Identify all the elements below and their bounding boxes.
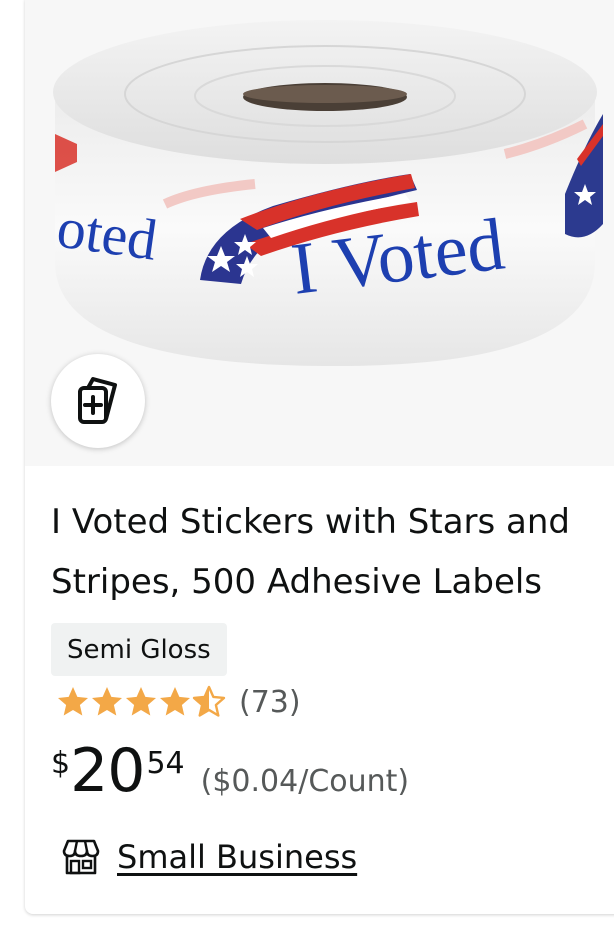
price: $ 20 54 ($0.04/Count) bbox=[51, 736, 409, 816]
small-business-label[interactable]: Small Business bbox=[117, 838, 357, 876]
star-icon bbox=[92, 687, 122, 716]
product-title[interactable]: I Voted Stickers with Stars and Stripes,… bbox=[51, 492, 591, 612]
compare-cards-icon bbox=[78, 377, 117, 424]
variant-label: Semi Gloss bbox=[67, 634, 211, 665]
review-count[interactable]: (73) bbox=[239, 685, 301, 720]
star-rating[interactable] bbox=[55, 684, 226, 720]
product-card[interactable]: I Voted oted I Voted Stickers with Stars… bbox=[25, 0, 614, 914]
small-business-badge[interactable]: Small Business bbox=[59, 832, 357, 882]
star-icon bbox=[126, 687, 156, 716]
svg-text:oted: oted bbox=[53, 195, 161, 273]
price-fraction: 54 bbox=[146, 746, 185, 781]
product-image-area[interactable]: I Voted oted bbox=[25, 0, 614, 466]
unit-price: ($0.04/Count) bbox=[200, 764, 410, 799]
price-symbol: $ bbox=[51, 746, 71, 781]
rating-row[interactable]: (73) bbox=[55, 682, 301, 722]
storefront-icon bbox=[62, 839, 100, 875]
compare-button[interactable] bbox=[51, 354, 145, 448]
half-star-icon bbox=[192, 685, 226, 717]
variant-badge: Semi Gloss bbox=[51, 623, 227, 676]
star-icon bbox=[58, 687, 88, 716]
star-icon bbox=[160, 687, 190, 716]
price-whole: 20 bbox=[70, 736, 145, 806]
